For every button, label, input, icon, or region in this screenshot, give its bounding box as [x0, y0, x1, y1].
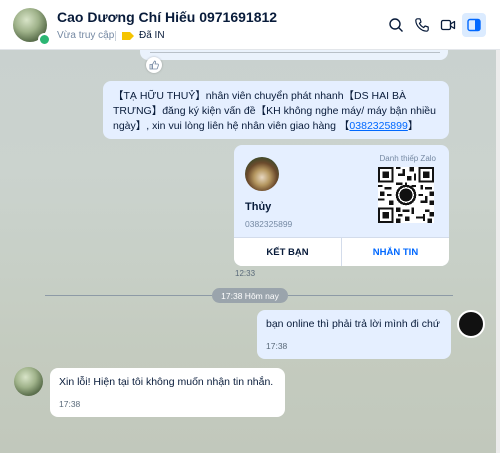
- search-button[interactable]: [384, 13, 408, 37]
- self-avatar[interactable]: [457, 310, 485, 338]
- incoming-message[interactable]: Xin lỗi! Hiện tại tôi không muốn nhận ti…: [50, 368, 285, 417]
- contact-name[interactable]: Cao Dương Chí Hiếu 0971691812: [57, 9, 277, 25]
- message-time: 12:33: [235, 269, 256, 278]
- message-time: 17:38: [266, 341, 288, 351]
- date-separator: 17:38 Hôm nay: [212, 288, 288, 303]
- phone-link[interactable]: 0382325899: [349, 120, 407, 132]
- tag-icon[interactable]: [122, 32, 134, 40]
- scrollbar[interactable]: [496, 50, 500, 453]
- sidebar-toggle-icon: [467, 18, 481, 32]
- message-text: Xin lỗi! Hiện tại tôi không muốn nhận ti…: [59, 376, 274, 388]
- contact-tag-label[interactable]: Đã IN: [139, 30, 165, 41]
- add-friend-button[interactable]: KẾT BẠN: [234, 238, 341, 266]
- card-contact-phone: 0382325899: [245, 219, 293, 229]
- last-seen-status: Vừa truy cập: [57, 30, 115, 41]
- contact-card-label: Danh thiếp Zalo: [379, 154, 436, 163]
- message-text-end: 】: [407, 120, 419, 132]
- phone-icon: [415, 18, 429, 32]
- contact-card-actions: KẾT BẠN NHẮN TIN: [234, 237, 449, 266]
- outgoing-message[interactable]: bạn online thì phải trả lời mình đi chứ …: [257, 310, 451, 359]
- card-avatar[interactable]: [245, 157, 279, 191]
- chat-header: Cao Dương Chí Hiếu 0971691812 Vừa truy c…: [0, 0, 500, 50]
- message-time: 17:38: [59, 399, 81, 409]
- contact-card[interactable]: Danh thiếp Zalo Thủy 0382325899 KẾT BẠN …: [234, 145, 449, 266]
- card-contact-name: Thủy: [245, 201, 272, 213]
- message-list[interactable]: 【TẠ HỮU THUỶ】nhân viên chuyển phát nhanh…: [0, 50, 500, 453]
- search-icon: [389, 18, 403, 32]
- date-divider-line: [288, 295, 453, 296]
- date-divider-line: [45, 295, 212, 296]
- online-status-dot: [38, 33, 51, 46]
- voice-call-button[interactable]: [410, 13, 434, 37]
- send-message-button[interactable]: NHẮN TIN: [341, 238, 449, 266]
- conversation-info-button[interactable]: [462, 13, 486, 37]
- video-call-button[interactable]: [436, 13, 460, 37]
- thumbs-up-icon: [149, 60, 159, 70]
- contact-avatar[interactable]: [14, 367, 43, 396]
- outgoing-message[interactable]: 【TẠ HỮU THUỶ】nhân viên chuyển phát nhanh…: [103, 81, 449, 139]
- qr-code-icon: [378, 167, 434, 223]
- message-text: bạn online thì phải trả lời mình đi chứ: [266, 318, 440, 330]
- reaction-button[interactable]: [146, 57, 162, 73]
- video-icon: [440, 19, 456, 31]
- previous-message-divider: [150, 52, 440, 53]
- header-separator: [115, 31, 116, 41]
